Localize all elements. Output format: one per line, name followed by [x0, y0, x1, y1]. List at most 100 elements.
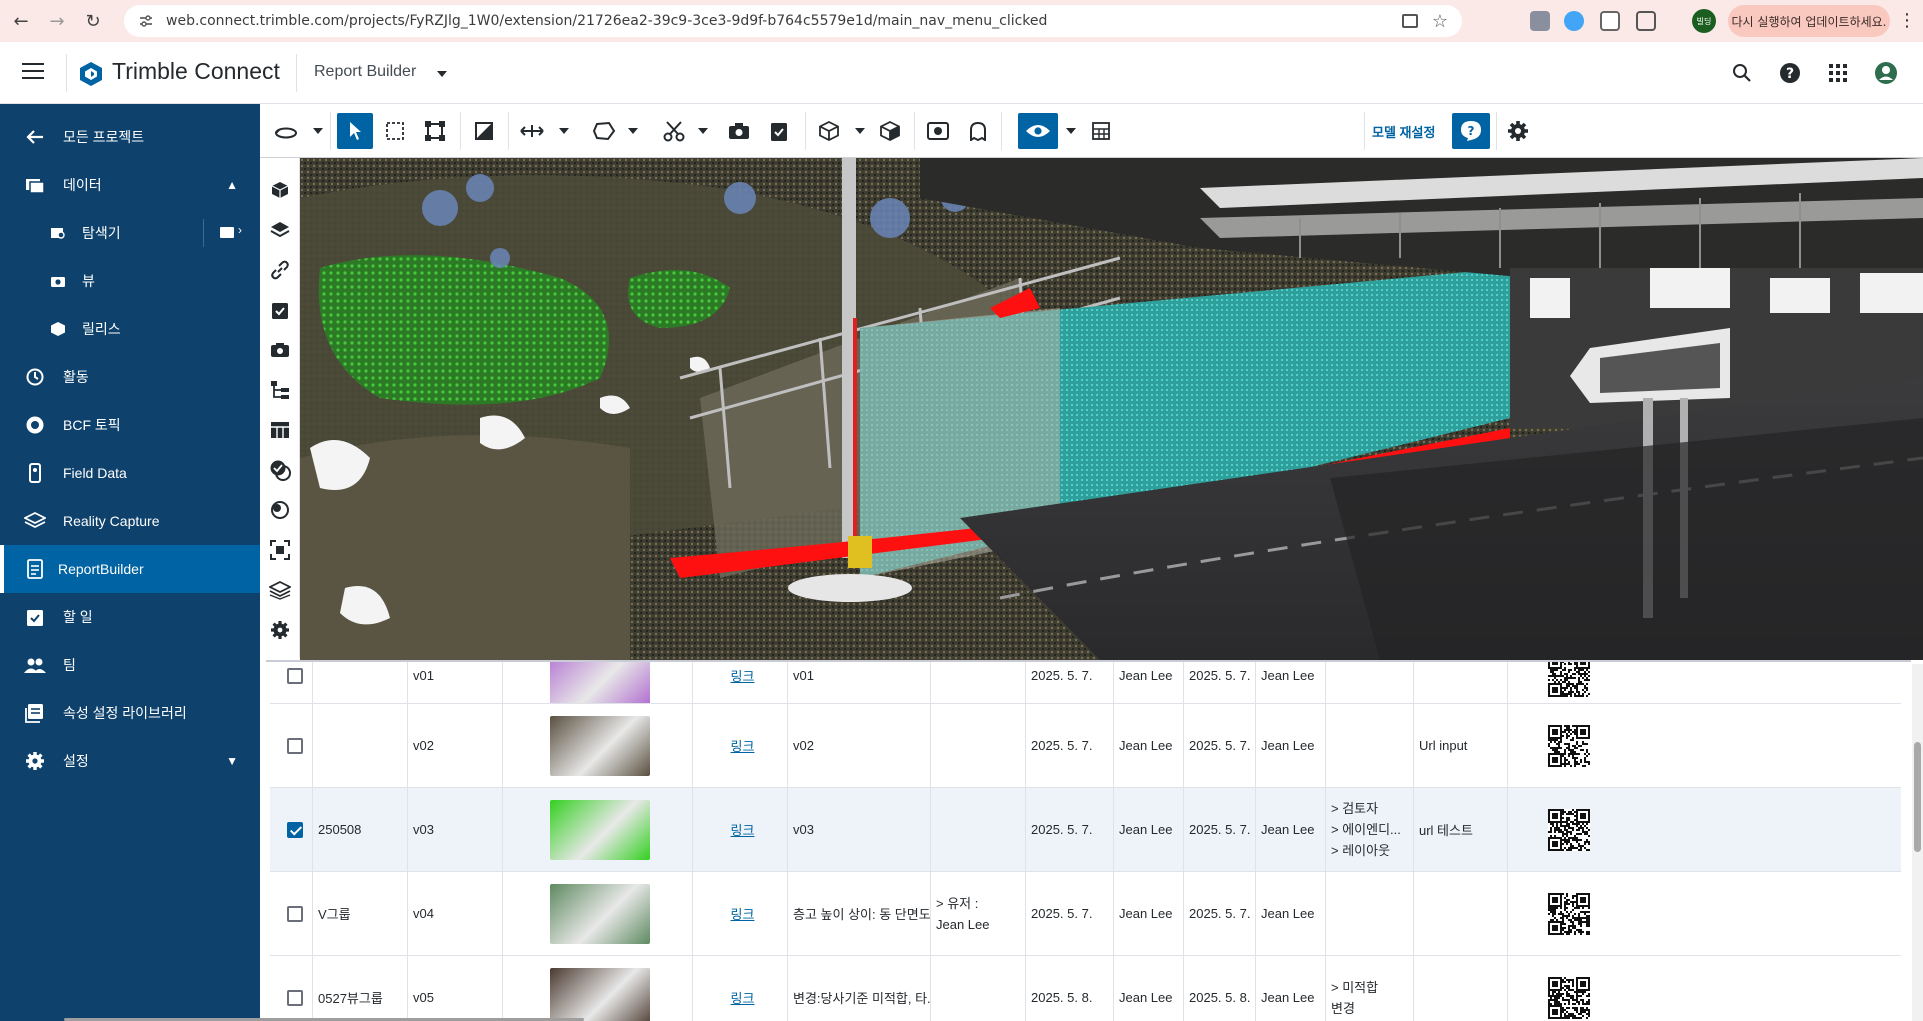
cloud-extension-icon[interactable]	[1564, 11, 1584, 31]
screenshot-extension-icon[interactable]	[1600, 11, 1620, 31]
checkbox-cell[interactable]	[270, 956, 312, 1021]
thumbnail-cell[interactable]	[502, 662, 692, 703]
link-cell[interactable]: 링크	[692, 788, 787, 871]
isometric-icon[interactable]	[872, 113, 908, 149]
orbit-icon[interactable]	[268, 113, 304, 149]
section-box-icon[interactable]	[417, 113, 453, 149]
viewer-settings-gear-icon[interactable]	[1500, 113, 1536, 149]
address-bar[interactable]: web.connect.trimble.com/projects/FyRZJlg…	[124, 5, 1462, 37]
link-cell[interactable]: 링크	[692, 956, 787, 1021]
reset-model-button[interactable]: 모델 재설정	[1372, 122, 1435, 141]
add-todo-icon[interactable]	[761, 113, 797, 149]
bcf-topic-icon[interactable]	[268, 498, 292, 522]
bookmark-star-icon[interactable]: ☆	[1432, 11, 1448, 32]
3d-viewport[interactable]	[300, 158, 1923, 660]
markup-caret-icon[interactable]	[628, 128, 638, 134]
nav-explorer[interactable]: 탐색기 ›	[0, 209, 260, 257]
focus-view-icon[interactable]	[920, 113, 956, 149]
table-row[interactable]: v01 링크 v01 2025. 5. 7. Jean Lee 2025. 5. 7. Je…	[270, 660, 1901, 704]
nav-team[interactable]: 팀	[0, 641, 260, 689]
qr-code-icon[interactable]	[1548, 976, 1590, 1019]
section-plane-icon[interactable]	[466, 113, 502, 149]
cube-view-icon[interactable]	[811, 113, 847, 149]
checkbox-cell[interactable]	[270, 662, 312, 703]
view-thumbnail[interactable]	[550, 883, 650, 944]
measure-caret-icon[interactable]	[559, 128, 569, 134]
chevron-down-icon[interactable]: ▼	[226, 754, 238, 768]
qr-cell[interactable]	[1507, 956, 1625, 1021]
puzzle-extensions-icon[interactable]	[1636, 11, 1656, 31]
row-checkbox[interactable]	[287, 667, 303, 684]
forward-arrow-icon[interactable]: →	[42, 6, 72, 36]
qr-cell[interactable]	[1507, 660, 1625, 703]
cube-view-caret-icon[interactable]	[855, 128, 865, 134]
qr-code-icon[interactable]	[1548, 808, 1590, 851]
module-selector[interactable]: Report Builder	[314, 63, 416, 81]
nav-todo[interactable]: 할 일	[0, 593, 260, 641]
folder-icon[interactable]	[220, 227, 234, 238]
models-cube-icon[interactable]	[268, 178, 292, 202]
module-caret-icon[interactable]	[437, 71, 447, 77]
cut-icon[interactable]	[656, 113, 692, 149]
install-app-icon[interactable]	[1402, 14, 1418, 28]
thumbnail-cell[interactable]	[502, 956, 692, 1021]
thumbnail-cell[interactable]	[502, 704, 692, 787]
browser-menu-icon[interactable]: ⋮	[1898, 10, 1916, 31]
table-row[interactable]: 0527뷰그룹 v05 링크 변경:당사기준 미적합, 타... 2025. 5. 8.…	[270, 956, 1901, 1021]
clash-check-icon[interactable]	[268, 458, 292, 482]
link-cell[interactable]: 링크	[692, 872, 787, 955]
reload-icon[interactable]: ↻	[78, 6, 108, 36]
visibility-caret-icon[interactable]	[1066, 128, 1076, 134]
nav-property-library[interactable]: 속성 설정 라이브러리	[0, 689, 260, 737]
thumbnail-cell[interactable]	[502, 872, 692, 955]
help-question-icon[interactable]: ?	[1452, 113, 1490, 149]
reality-layers-icon[interactable]	[268, 578, 292, 602]
link-cell[interactable]: 링크	[692, 662, 787, 703]
tree-structure-icon[interactable]	[268, 378, 292, 402]
select-cursor-icon[interactable]	[337, 113, 373, 149]
link-icon[interactable]	[268, 258, 292, 282]
table-row[interactable]: 250508 v03 링크 v03 2025. 5. 7. Jean Lee 2025. 5…	[270, 788, 1901, 872]
profile-avatar[interactable]: 빌딩	[1692, 9, 1716, 33]
qr-code-icon[interactable]	[1548, 892, 1590, 935]
back-arrow-icon[interactable]: ←	[6, 6, 36, 36]
extension-icon[interactable]	[1530, 11, 1550, 31]
row-checkbox[interactable]	[287, 989, 303, 1006]
cut-caret-icon[interactable]	[698, 128, 708, 134]
chevron-right-icon[interactable]: ›	[238, 223, 242, 237]
fit-to-view-icon[interactable]	[268, 538, 292, 562]
box-select-icon[interactable]	[377, 113, 413, 149]
nav-activity[interactable]: 활동	[0, 353, 260, 401]
orbit-caret-icon[interactable]	[313, 128, 323, 134]
snapshot-camera-icon[interactable]	[721, 113, 757, 149]
nav-reality-capture[interactable]: Reality Capture	[0, 497, 260, 545]
views-camera-icon[interactable]	[268, 338, 292, 362]
qr-code-icon[interactable]	[1548, 660, 1590, 697]
view-link[interactable]: 링크	[731, 736, 755, 755]
table-scrollbar[interactable]	[1912, 664, 1923, 1021]
checkbox-cell[interactable]	[270, 788, 312, 871]
user-avatar-icon[interactable]	[1874, 61, 1898, 85]
table-icon[interactable]	[268, 418, 292, 442]
help-icon[interactable]: ?	[1778, 61, 1802, 85]
row-checkbox[interactable]	[287, 737, 303, 754]
search-icon[interactable]	[1730, 61, 1754, 85]
nav-field-data[interactable]: Field Data	[0, 449, 260, 497]
chevron-up-icon[interactable]: ▲	[226, 178, 238, 192]
table-row[interactable]: v02 링크 v02 2025. 5. 7. Jean Lee 2025. 5. 7. Je…	[270, 704, 1901, 788]
checkbox-cell[interactable]	[270, 704, 312, 787]
link-cell[interactable]: 링크	[692, 704, 787, 787]
row-checkbox[interactable]	[287, 821, 303, 838]
measure-icon[interactable]	[514, 113, 550, 149]
qr-code-icon[interactable]	[1548, 724, 1590, 767]
update-button[interactable]: 다시 실행하여 업데이트하세요.	[1728, 5, 1890, 37]
scrollbar-thumb[interactable]	[1914, 742, 1921, 852]
view-thumbnail[interactable]	[550, 799, 650, 860]
todo-clipboard-icon[interactable]	[268, 298, 292, 322]
qr-cell[interactable]	[1507, 704, 1625, 787]
nav-release[interactable]: 릴리스	[0, 305, 260, 353]
nav-all-projects[interactable]: 모든 프로젝트	[0, 113, 260, 161]
view-link[interactable]: 링크	[731, 666, 755, 685]
view-thumbnail[interactable]	[550, 662, 650, 703]
qr-cell[interactable]	[1507, 872, 1625, 955]
